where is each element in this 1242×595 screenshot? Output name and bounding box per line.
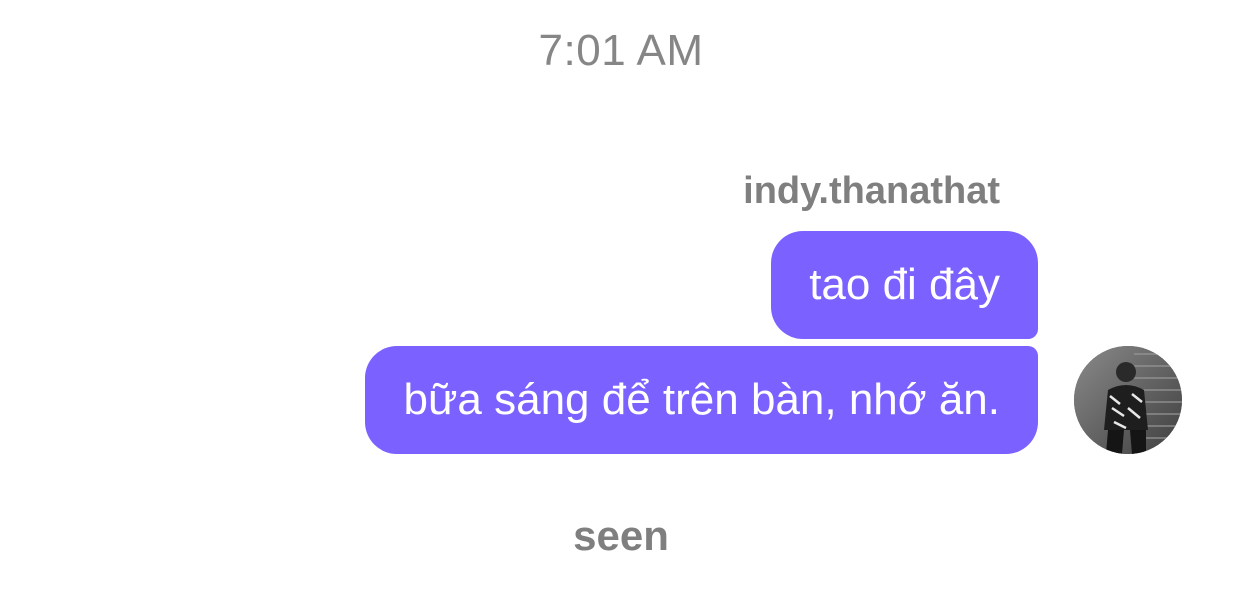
seen-status: seen [573, 512, 669, 559]
message-timestamp: 7:01 AM [538, 26, 704, 75]
avatar-photo [1074, 346, 1182, 454]
message-bubble[interactable]: tao đi đây [771, 231, 1038, 339]
avatar[interactable] [1074, 346, 1182, 454]
message-bubble[interactable]: bữa sáng để trên bàn, nhớ ăn. [365, 346, 1038, 454]
message-text: bữa sáng để trên bàn, nhớ ăn. [403, 375, 1000, 424]
sender-name[interactable]: indy.thanathat [743, 170, 1000, 213]
message-text: tao đi đây [809, 260, 1000, 309]
